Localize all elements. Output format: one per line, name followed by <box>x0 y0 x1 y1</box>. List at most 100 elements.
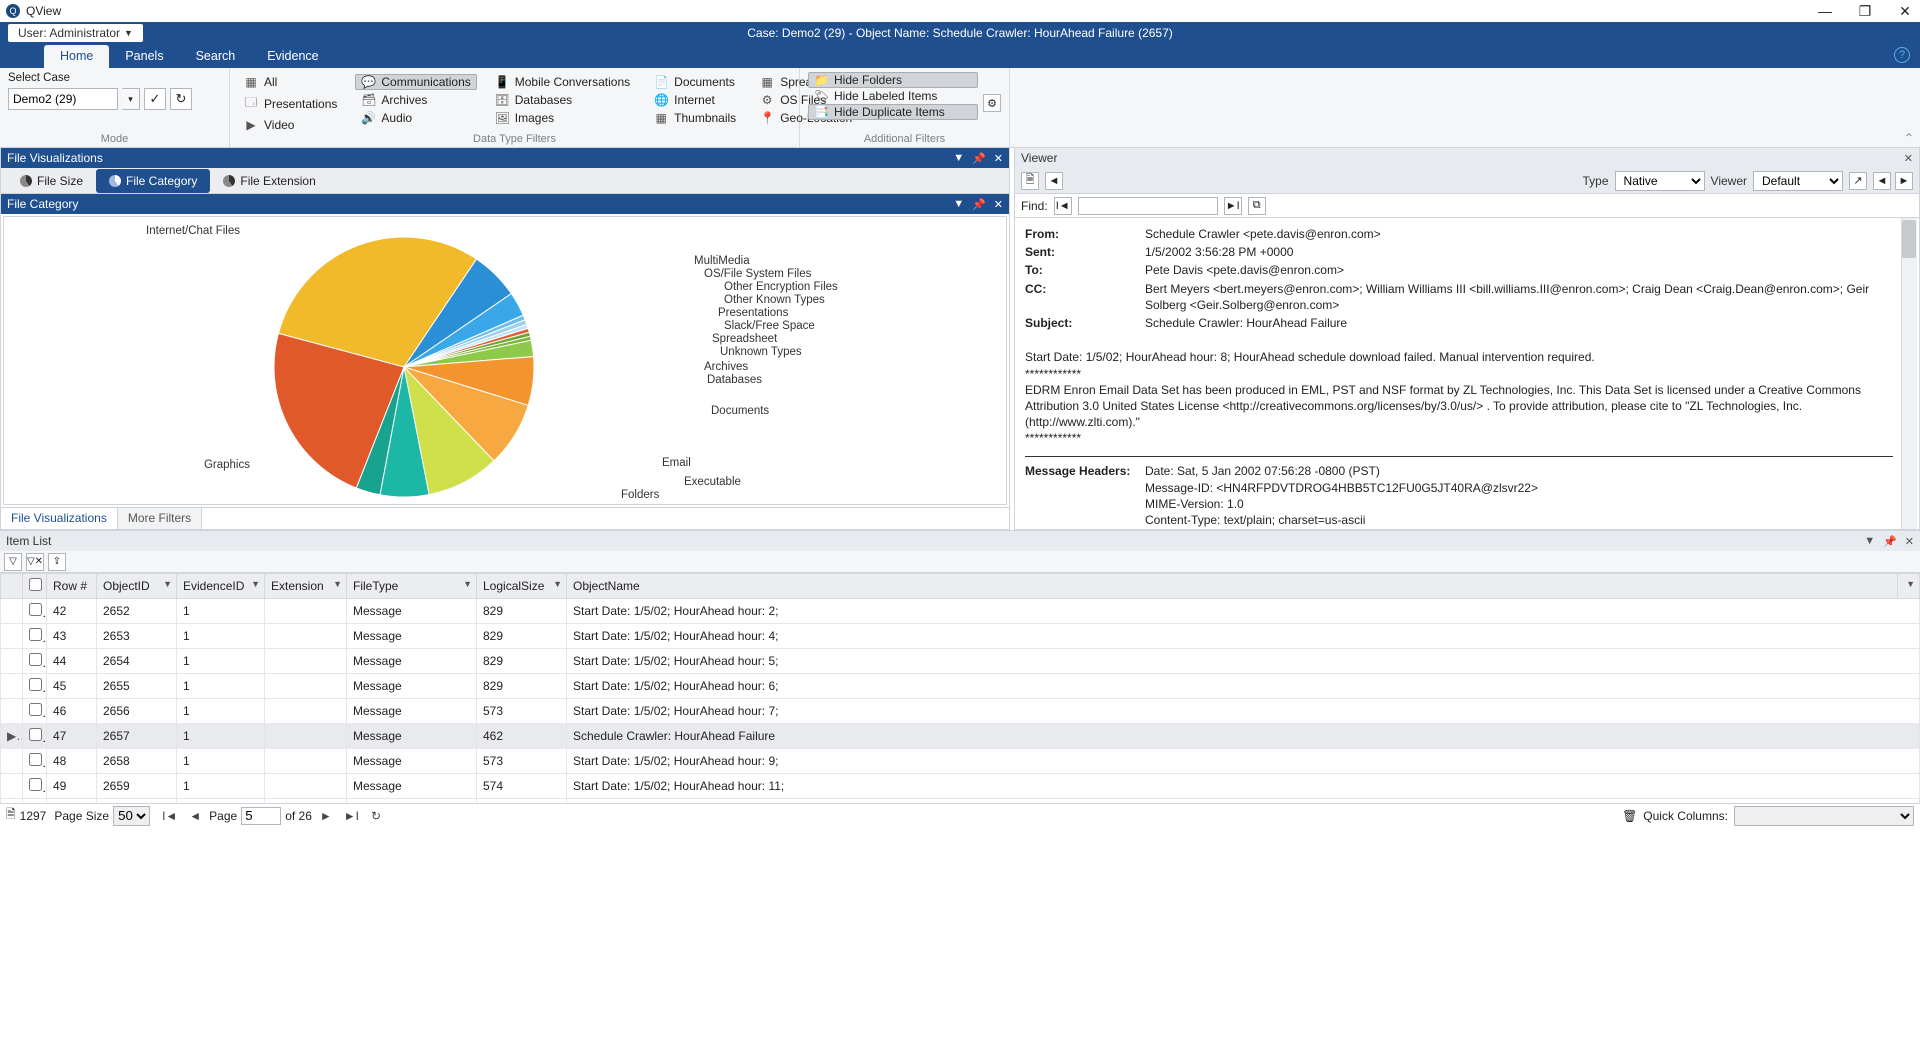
panel-pin-icon[interactable]: 📌 <box>972 152 986 165</box>
first-page-button[interactable]: I◄ <box>158 809 181 823</box>
filter-icon: 📁 <box>814 73 828 87</box>
table-row[interactable]: 4426541Message829Start Date: 1/5/02; Hou… <box>1 649 1920 674</box>
find-next-button[interactable]: ►I <box>1224 197 1242 215</box>
tab-home[interactable]: Home <box>44 45 109 68</box>
table-row[interactable]: 4926591Message574Start Date: 1/5/02; Hou… <box>1 774 1920 799</box>
case-select-input[interactable] <box>8 88 118 110</box>
col-objectid[interactable]: ObjectID▼ <box>97 574 177 599</box>
table-row[interactable]: 4526551Message829Start Date: 1/5/02; Hou… <box>1 674 1920 699</box>
window-minimize-button[interactable]: — <box>1816 3 1834 20</box>
filter-mobile-conversations[interactable]: 📱Mobile Conversations <box>489 74 636 90</box>
viewer-next-doc-button[interactable]: ► <box>1895 172 1913 190</box>
col-filetype[interactable]: FileType▼ <box>347 574 477 599</box>
filter-documents[interactable]: 📄Documents <box>648 74 742 90</box>
select-all-checkbox[interactable] <box>29 578 42 591</box>
col-objectname[interactable]: ObjectName <box>567 574 1898 599</box>
col-evidenceid[interactable]: EvidenceID▼ <box>177 574 265 599</box>
viewer-close-icon[interactable]: ✕ <box>1904 152 1913 165</box>
table-row[interactable]: 4226521Message829Start Date: 1/5/02; Hou… <box>1 599 1920 624</box>
bottom-tab-file-visualizations[interactable]: File Visualizations <box>1 508 118 529</box>
filter-presentations[interactable]: 🗔Presentations <box>238 92 343 115</box>
case-refresh-button[interactable]: ↻ <box>170 88 192 110</box>
viewer-back-button[interactable]: ◄ <box>1045 172 1063 190</box>
item-list-pin-icon[interactable]: 📌 <box>1883 535 1897 548</box>
additional-filter-hide-labeled-items[interactable]: 🏷Hide Labeled Items <box>808 88 978 104</box>
refresh-page-button[interactable]: ↻ <box>367 809 385 823</box>
viewer-popout-button[interactable]: ↗ <box>1849 172 1867 190</box>
additional-filters-settings-button[interactable]: ⚙ <box>983 94 1001 112</box>
viewer-viewer-select[interactable]: Default <box>1753 171 1843 191</box>
row-checkbox[interactable] <box>29 628 42 641</box>
page-input[interactable] <box>241 807 281 825</box>
file-visualizations-header: File Visualizations ▼ 📌 ✕ <box>1 148 1009 168</box>
subpanel-menu-icon[interactable]: ▼ <box>953 198 964 211</box>
tab-evidence[interactable]: Evidence <box>251 45 334 68</box>
row-checkbox[interactable] <box>29 728 42 741</box>
delete-column-button[interactable]: 🗑 <box>1622 809 1637 823</box>
filter-audio[interactable]: 🔊Audio <box>355 110 476 126</box>
clear-filter-button[interactable]: ▽✕ <box>26 553 44 571</box>
viewer-prev-doc-button[interactable]: ◄ <box>1873 172 1891 190</box>
row-checkbox[interactable] <box>29 603 42 616</box>
panel-close-icon[interactable]: ✕ <box>994 152 1003 165</box>
pie-chart[interactable]: Internet/Chat FilesMultiMediaOS/File Sys… <box>3 216 1007 505</box>
bottom-tab-more-filters[interactable]: More Filters <box>118 508 202 529</box>
col-logicalsize[interactable]: LogicalSize▼ <box>477 574 567 599</box>
additional-filter-hide-duplicate-items[interactable]: 📑Hide Duplicate Items <box>808 104 978 120</box>
viz-tab-file-extension[interactable]: File Extension <box>210 169 328 193</box>
filter-databases[interactable]: 🗄Databases <box>489 92 636 108</box>
filter-button[interactable]: ▽ <box>4 553 22 571</box>
col-row[interactable]: Row # <box>47 574 97 599</box>
row-checkbox[interactable] <box>29 703 42 716</box>
filter-all[interactable]: ▦All <box>238 74 343 90</box>
panel-menu-icon[interactable]: ▼ <box>953 152 964 165</box>
subpanel-close-icon[interactable]: ✕ <box>994 198 1003 211</box>
filter-internet[interactable]: 🌐Internet <box>648 92 742 108</box>
table-row[interactable]: ▶4726571Message462Schedule Crawler: Hour… <box>1 724 1920 749</box>
help-button[interactable]: ? <box>1894 47 1910 63</box>
filter-communications[interactable]: 💬Communications <box>355 74 476 90</box>
case-confirm-button[interactable]: ✓ <box>144 88 166 110</box>
chart-label-slack-free-space: Slack/Free Space <box>724 320 815 332</box>
user-dropdown[interactable]: User: Administrator ▼ <box>8 24 143 42</box>
viz-tab-file-size[interactable]: File Size <box>7 169 96 193</box>
filter-archives[interactable]: 🗃Archives <box>355 92 476 108</box>
row-checkbox[interactable] <box>29 678 42 691</box>
additional-filter-hide-folders[interactable]: 📁Hide Folders <box>808 72 978 88</box>
scrollbar[interactable] <box>1901 218 1917 529</box>
filter-video[interactable]: ▶Video <box>238 117 343 133</box>
tab-panels[interactable]: Panels <box>109 45 179 68</box>
row-checkbox[interactable] <box>29 653 42 666</box>
next-page-button[interactable]: ► <box>316 809 336 823</box>
table-row[interactable]: 5026601Message574Start Date: 1/5/02; Hou… <box>1 799 1920 804</box>
ribbon-collapse-button[interactable]: ⌃ <box>1904 131 1914 145</box>
col-extension[interactable]: Extension▼ <box>265 574 347 599</box>
item-list-menu-icon[interactable]: ▼ <box>1864 535 1875 548</box>
filter-thumbnails[interactable]: ▦Thumbnails <box>648 110 742 126</box>
find-copy-button[interactable]: ⧉ <box>1248 197 1266 215</box>
subpanel-pin-icon[interactable]: 📌 <box>972 198 986 211</box>
item-list-close-icon[interactable]: ✕ <box>1905 535 1914 548</box>
table-row[interactable]: 4326531Message829Start Date: 1/5/02; Hou… <box>1 624 1920 649</box>
case-select-dropdown[interactable]: ▾ <box>122 88 140 110</box>
row-checkbox[interactable] <box>29 778 42 791</box>
viz-tab-file-category[interactable]: File Category <box>96 169 210 193</box>
table-row[interactable]: 4626561Message573Start Date: 1/5/02; Hou… <box>1 699 1920 724</box>
viewer-type-select[interactable]: Native <box>1615 171 1705 191</box>
prev-page-button[interactable]: ◄ <box>185 809 205 823</box>
quick-columns-select[interactable] <box>1734 806 1914 826</box>
row-checkbox[interactable] <box>29 753 42 766</box>
scrollbar-thumb[interactable] <box>1902 220 1916 258</box>
table-row[interactable]: 4826581Message573Start Date: 1/5/02; Hou… <box>1 749 1920 774</box>
last-page-button[interactable]: ►I <box>340 809 363 823</box>
col-filter-last[interactable]: ▼ <box>1898 574 1920 599</box>
filter-images[interactable]: 🖼Images <box>489 110 636 126</box>
viewer-export-button[interactable]: 🗎 <box>1021 172 1039 190</box>
find-prev-button[interactable]: I◄ <box>1054 197 1072 215</box>
window-maximize-button[interactable]: ❐ <box>1856 3 1874 20</box>
find-input[interactable] <box>1078 197 1218 215</box>
tab-search[interactable]: Search <box>180 45 252 68</box>
page-size-select[interactable]: 50 <box>113 806 150 826</box>
window-close-button[interactable]: ✕ <box>1896 3 1914 20</box>
export-button[interactable]: ⇪ <box>48 553 66 571</box>
